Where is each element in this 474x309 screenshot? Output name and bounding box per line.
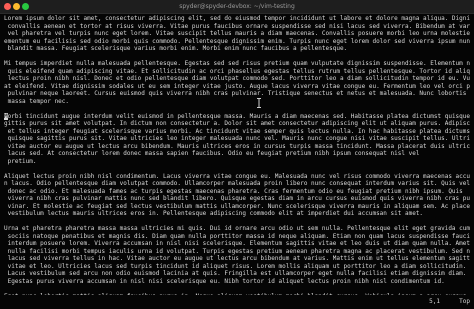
buffer-line: interdum posuere lorem. Viverra accumsan…	[4, 240, 470, 247]
buffer-line: convallis aenean et tortor at risus vive…	[4, 22, 470, 30]
scroll-indicator: Top	[459, 298, 470, 305]
cursor-position: 5,1	[429, 298, 440, 305]
ibeam-icon	[257, 98, 261, 108]
cursor-line-text: orbi tincidunt augue interdum velit euis…	[7, 112, 470, 120]
buffer-line: pulvinar neque laoreet. Cursus euismod q…	[7, 90, 470, 97]
terminal-window: spyder@spyder-devbox: ~/vim-testing Lore…	[0, 0, 474, 309]
buffer-line: vestibulum lectus mauris ultrices eros i…	[4, 210, 424, 217]
vim-buffer[interactable]: Lorem ipsum dolor sit amet, consectetur …	[4, 15, 470, 295]
buffer-line	[4, 53, 470, 61]
window-title: spyder@spyder-devbox: ~/vim-testing	[179, 3, 295, 10]
buffer-line: donec ac odio. Et malesuada fames ac tur…	[4, 187, 463, 195]
buffer-line: vitae auctor eu augue ut lectus arcu bib…	[4, 142, 470, 150]
buffer-line: et tellus integer feugiat scelerisque va…	[4, 127, 470, 135]
buffer-line: Eget nunc lobortis mattis aliquam faucib…	[4, 293, 470, 296]
buffer-line: sociis natoque penatibus et magnis dis. …	[4, 232, 470, 240]
buffer-line: Egestas purus viverra accumsan in nisl n…	[4, 277, 445, 285]
buffer-line: Lorem ipsum dolor sit amet, consectetur …	[4, 15, 470, 22]
title-bar[interactable]: spyder@spyder-devbox: ~/vim-testing	[0, 0, 474, 14]
buffer-line	[4, 218, 470, 226]
buffer-line: Aliquet lectus proin nibh nisl condiment…	[4, 172, 470, 180]
buffer-line: gittis purus sit amet volutpat. In dictu…	[4, 120, 470, 127]
buffer-line: Urna et pharetra pharetra massa massa ul…	[4, 225, 470, 232]
buffer-line: nulla facilisi morbi tempus iaculis urna…	[4, 247, 470, 255]
buffer-line: lectus proin nibh nisl. Donec et odio pe…	[4, 75, 470, 82]
buffer-line: ementum eu facilisis sed odio morbi quis…	[4, 37, 470, 45]
buffer-line: pretium.	[4, 157, 37, 165]
buffer-line: lacus sed viverra tellus in hac. Vitae a…	[4, 255, 470, 262]
buffer-line: blandit massa. Feugiat scelerisque variu…	[4, 45, 348, 52]
buffer-line: viverra nibh cras pulvinar mattis nunc s…	[4, 195, 470, 202]
buffer-line: vitae et leo. Ultricies lacus sed turpis…	[4, 262, 467, 270]
buffer-line: Mi tempus imperdiet nulla malesuada pell…	[4, 60, 470, 67]
buffer-line: quis eleifend quam adipiscing vitae. Et …	[4, 67, 470, 75]
buffer-line: lacus sed. At consectetur lorem donec ma…	[4, 150, 420, 157]
buffer-line: Morbi tincidunt augue interdum velit eui…	[4, 112, 470, 121]
status-line: 5,1 Top	[4, 297, 470, 307]
buffer-line: n lacus. Odio pellentesque diam volutpat…	[4, 180, 470, 187]
buffer-line: vinar. Et molestie ac feugiat sed lectus…	[4, 202, 470, 210]
buffer-line	[4, 165, 470, 173]
buffer-line	[4, 285, 470, 293]
buffer-line	[4, 105, 470, 113]
buffer-line: at eleifend. Vitae dignissim sodales ut …	[4, 82, 470, 90]
buffer-line: massa tempor nec.	[4, 97, 70, 105]
buffer-line: Lacus vestibulum sed arcu non odio euism…	[4, 270, 467, 277]
buffer-line: quisque sagittis purus sit. Vitae ultric…	[4, 135, 470, 142]
buffer-line: vel pharetra vel turpis nunc eget lorem.…	[4, 30, 470, 37]
